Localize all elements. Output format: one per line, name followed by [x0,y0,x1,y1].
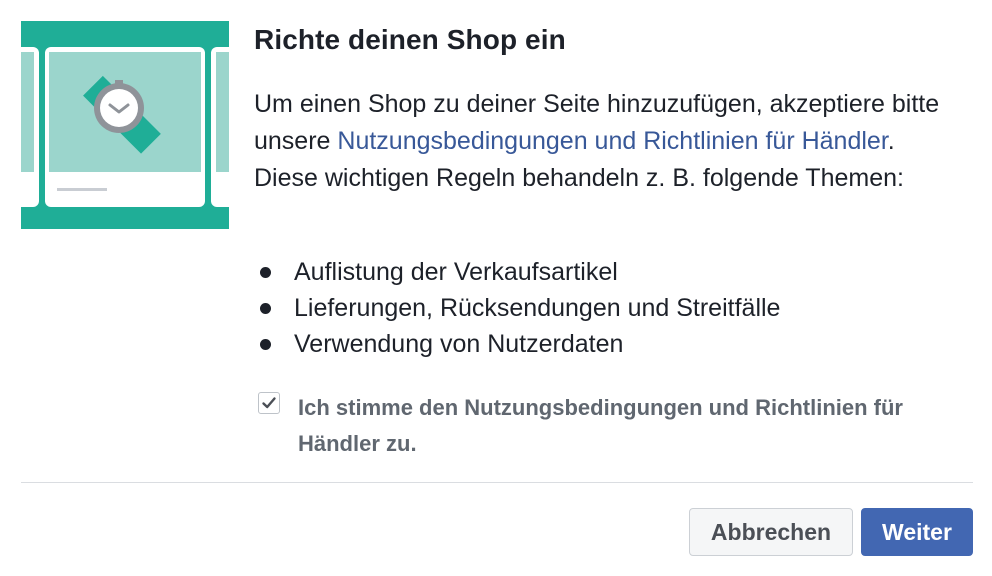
cancel-button[interactable]: Abbrechen [689,508,853,556]
topic-item: Lieferungen, Rücksendungen und Streitfäl… [254,290,780,326]
next-button[interactable]: Weiter [861,508,973,556]
agreement-label: Ich stimme den Nutzungsbedingungen und R… [298,395,903,456]
topic-item: Verwendung von Nutzerdaten [254,326,780,362]
topic-item: Auflistung der Verkaufsartikel [254,254,780,290]
shop-illustration [11,21,241,229]
dialog-title: Richte deinen Shop ein [254,24,566,55]
agreement-checkbox[interactable] [258,392,280,414]
topics-list: Auflistung der Verkaufsartikel Lieferung… [254,254,780,362]
terms-link[interactable]: Nutzungsbedingungen und Richtlinien für … [337,127,887,155]
check-icon [262,397,276,409]
dialog-description: Um einen Shop zu deiner Seite hinzuzufüg… [254,86,954,197]
footer-divider [21,482,973,483]
